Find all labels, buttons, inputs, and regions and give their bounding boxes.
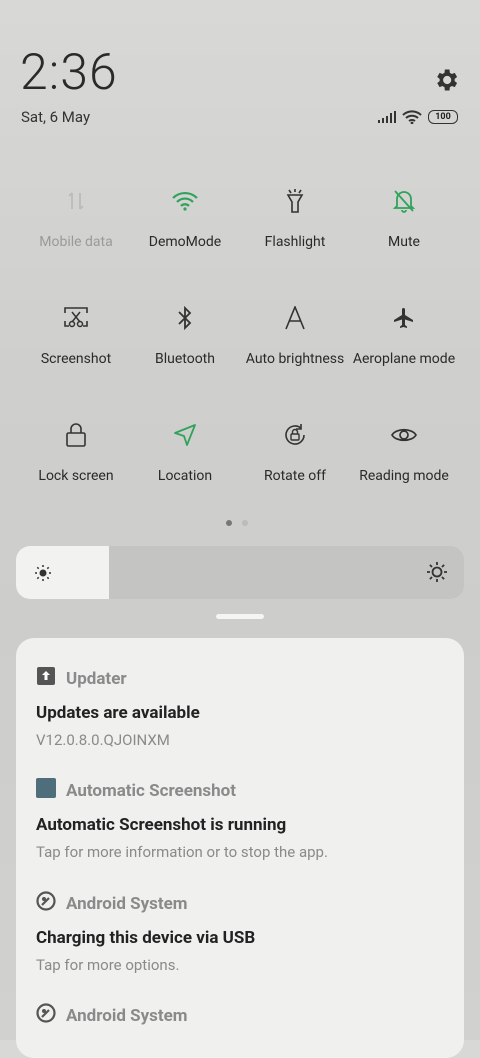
location-icon <box>130 420 240 450</box>
lock-icon <box>21 420 131 450</box>
tile-label: DemoMode <box>148 234 222 250</box>
clock-date: Sat, 6 May <box>21 108 91 126</box>
tile-rotate-off[interactable]: Rotate off <box>240 420 350 484</box>
tile-screenshot[interactable]: Screenshot <box>21 303 131 367</box>
bluetooth-icon <box>130 303 240 333</box>
tile-label: Bluetooth <box>155 351 215 367</box>
page-dot-inactive <box>242 520 248 526</box>
tile-auto-brightness[interactable]: Auto brightness <box>240 303 350 367</box>
automatic-screenshot-icon <box>36 778 56 803</box>
tile-lock-screen[interactable]: Lock screen <box>21 420 131 484</box>
signal-icon <box>378 111 396 123</box>
tile-reading-mode[interactable]: Reading mode <box>349 420 459 484</box>
notification-app-name: Updater <box>66 668 127 689</box>
tile-label: Flashlight <box>264 234 326 250</box>
clock-time: 2:36 <box>20 44 118 102</box>
page-indicator <box>226 520 248 526</box>
android-system-icon <box>36 891 56 916</box>
mobile-data-icon <box>21 186 131 216</box>
tile-label: Lock screen <box>38 468 114 484</box>
notification-title: Updates are available <box>36 703 200 723</box>
brightness-high-icon <box>427 562 447 582</box>
battery-level: 100 <box>428 110 458 124</box>
android-system-icon <box>36 1003 56 1028</box>
mute-bell-icon <box>349 186 459 216</box>
tile-aeroplane-mode[interactable]: Aeroplane mode <box>349 303 459 367</box>
notification-title: Automatic Screenshot is running <box>36 815 287 835</box>
tile-label: Mute <box>388 234 420 250</box>
tile-label: Location <box>157 468 213 484</box>
notification-title: Charging this device via USB <box>36 928 256 948</box>
brightness-slider[interactable] <box>16 546 464 599</box>
wifi-icon <box>130 186 240 216</box>
rotate-lock-icon <box>240 420 350 450</box>
tile-flashlight[interactable]: Flashlight <box>240 186 350 250</box>
tile-mute[interactable]: Mute <box>349 186 459 250</box>
tile-label: Aeroplane mode <box>352 351 456 367</box>
tile-demomode[interactable]: DemoMode <box>130 186 240 250</box>
updater-arrow-icon <box>36 666 56 691</box>
notification-app-name: Android System <box>66 893 188 914</box>
tile-label: Screenshot <box>40 351 112 367</box>
airplane-icon <box>349 303 459 333</box>
drag-handle[interactable] <box>216 614 264 619</box>
screenshot-icon <box>21 303 131 333</box>
tile-mobile-data[interactable]: Mobile data <box>21 186 131 250</box>
notification-app-name: Automatic Screenshot <box>66 780 237 801</box>
notification-android-system-2[interactable]: Android System <box>36 1003 456 1028</box>
notification-text: Tap for more information or to stop the … <box>36 843 328 861</box>
wifi-status-icon <box>402 110 422 124</box>
tile-label: Auto brightness <box>245 351 345 367</box>
notification-panel: Updater Updates are available V12.0.8.0.… <box>16 638 464 1058</box>
tile-bluetooth[interactable]: Bluetooth <box>130 303 240 367</box>
tile-location[interactable]: Location <box>130 420 240 484</box>
page-dot-active <box>226 520 232 526</box>
notification-automatic-screenshot[interactable]: Automatic Screenshot Automatic Screensho… <box>36 778 456 861</box>
notification-text: V12.0.8.0.QJOINXM <box>36 731 170 749</box>
status-icons: 100 <box>378 108 458 126</box>
settings-gear-icon[interactable] <box>432 66 460 94</box>
auto-brightness-icon <box>240 303 350 333</box>
brightness-fill <box>16 546 109 599</box>
notification-updater[interactable]: Updater Updates are available V12.0.8.0.… <box>36 666 456 749</box>
tile-label: Reading mode <box>359 468 449 484</box>
notification-text: Tap for more options. <box>36 956 180 974</box>
tile-label: Rotate off <box>263 468 326 484</box>
flashlight-icon <box>240 186 350 216</box>
tile-label: Mobile data <box>39 234 113 250</box>
notification-android-system-usb[interactable]: Android System Charging this device via … <box>36 891 456 974</box>
notification-app-name: Android System <box>66 1005 188 1026</box>
eye-icon <box>349 420 459 450</box>
brightness-low-icon <box>35 565 51 581</box>
